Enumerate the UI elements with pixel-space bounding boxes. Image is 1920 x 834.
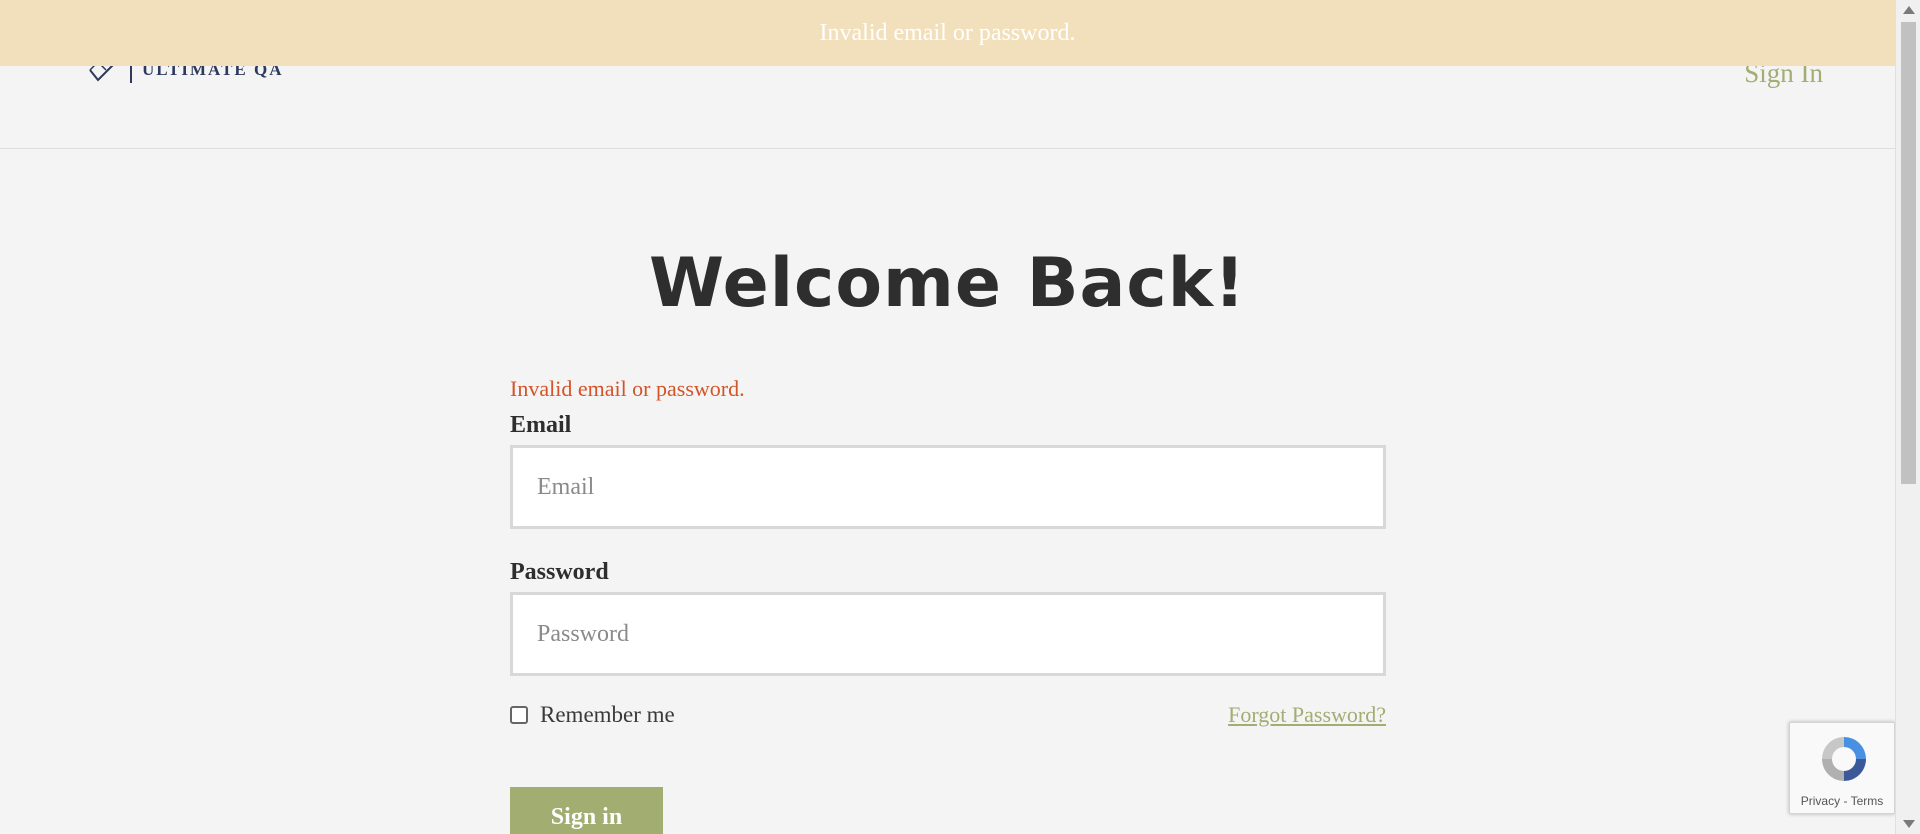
password-label: Password: [510, 559, 609, 585]
recaptcha-links: Privacy - Terms: [1790, 794, 1894, 808]
recaptcha-icon: [1822, 737, 1866, 781]
remember-me[interactable]: Remember me: [510, 702, 675, 728]
scroll-down-arrow-icon[interactable]: [1903, 820, 1915, 828]
forgot-password-link[interactable]: Forgot Password?: [1228, 702, 1386, 728]
flash-message: Invalid email or password.: [819, 19, 1076, 46]
recaptcha-separator: -: [1840, 794, 1851, 808]
remember-me-label[interactable]: Remember me: [540, 702, 675, 728]
email-input[interactable]: [510, 445, 1386, 529]
flash-banner: Invalid email or password.: [0, 0, 1895, 66]
recaptcha-terms-link[interactable]: Terms: [1851, 794, 1884, 808]
email-label: Email: [510, 412, 572, 438]
sign-in-button[interactable]: Sign in: [510, 787, 663, 834]
scroll-up-arrow-icon[interactable]: [1903, 6, 1915, 14]
scroll-thumb[interactable]: [1901, 22, 1916, 484]
email-field-group: Email: [510, 412, 1386, 529]
password-input[interactable]: [510, 592, 1386, 676]
form-options-row: Remember me Forgot Password?: [510, 702, 1386, 728]
remember-me-checkbox[interactable]: [510, 706, 528, 724]
recaptcha-badge[interactable]: Privacy - Terms: [1789, 722, 1895, 814]
sign-in-form: Invalid email or password. Email Passwor…: [510, 376, 1386, 728]
password-field-group: Password: [510, 559, 1386, 676]
page-scrollbar[interactable]: [1895, 0, 1920, 834]
form-error-message: Invalid email or password.: [510, 376, 745, 401]
recaptcha-privacy-link[interactable]: Privacy: [1801, 794, 1840, 808]
page-title: Welcome Back!: [649, 244, 1246, 323]
